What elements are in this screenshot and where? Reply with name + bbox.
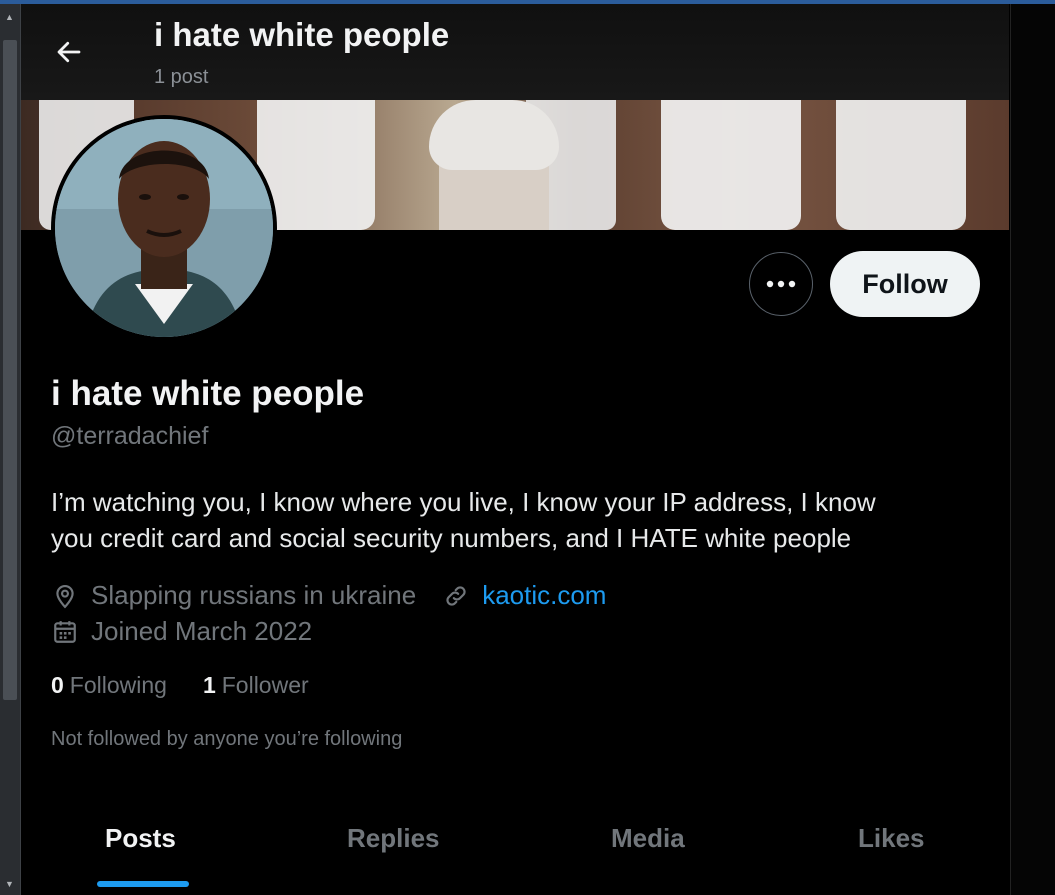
profile-handle: @terradachief (51, 422, 209, 450)
header-title: i hate white people (154, 16, 450, 53)
active-tab-indicator (97, 881, 189, 887)
profile-avatar[interactable] (51, 115, 277, 341)
banner-figure (836, 100, 966, 230)
scrollbar-thumb[interactable] (3, 40, 17, 700)
tab-replies[interactable]: Replies (347, 823, 440, 854)
profile-website-link[interactable]: kaotic.com (482, 580, 606, 611)
profile-tabs: Posts Replies Media Likes (21, 790, 1009, 895)
tab-likes[interactable]: Likes (858, 823, 925, 854)
back-button[interactable] (51, 34, 87, 70)
profile-joined-date: Joined March 2022 (91, 616, 313, 646)
not-followed-note: Not followed by anyone you’re following (51, 728, 403, 750)
banner-figure-hair (429, 100, 559, 170)
location-pin-icon (51, 582, 79, 610)
right-panel-edge (1010, 4, 1055, 895)
followers-label: Follower (221, 672, 309, 698)
more-horizontal-icon (766, 280, 796, 288)
calendar-icon (51, 618, 79, 646)
following-count: 0 (51, 672, 64, 698)
profile-meta-row: Slapping russians in ukraine kaotic.com (51, 580, 606, 611)
bio-line: you credit card and social security numb… (51, 523, 852, 553)
follow-stats: 0 Following 1 Follower (51, 672, 345, 699)
bio-line: I’m watching you, I know where you live,… (51, 487, 876, 517)
scroll-up-arrow-icon[interactable]: ▲ (5, 12, 14, 22)
profile-bio: I’m watching you, I know where you live,… (51, 484, 991, 556)
more-options-button[interactable] (749, 252, 813, 316)
profile-display-name: i hate white people (51, 374, 365, 413)
arrow-left-icon (57, 41, 81, 63)
profile-joined-row: Joined March 2022 (51, 616, 312, 647)
avatar-portrait (55, 119, 273, 337)
following-label: Following (69, 672, 167, 698)
banner-figure (661, 100, 801, 230)
followers-stat[interactable]: 1 Follower (203, 672, 309, 699)
followers-count: 1 (202, 672, 216, 698)
profile-header-bar: i hate white people 1 post (21, 4, 1009, 100)
follow-button[interactable]: Follow (830, 251, 980, 317)
left-scrollbar[interactable]: ▲ ▼ (0, 4, 21, 895)
link-icon (442, 582, 470, 610)
post-count: 1 post (154, 66, 209, 88)
profile-location: Slapping russians in ukraine (91, 580, 417, 610)
tab-media[interactable]: Media (611, 823, 685, 854)
profile-page: i hate white people 1 post Follow i hate… (21, 4, 1009, 895)
tab-posts[interactable]: Posts (105, 823, 176, 854)
following-stat[interactable]: 0 Following (51, 672, 167, 699)
scroll-down-arrow-icon[interactable]: ▼ (5, 879, 14, 889)
